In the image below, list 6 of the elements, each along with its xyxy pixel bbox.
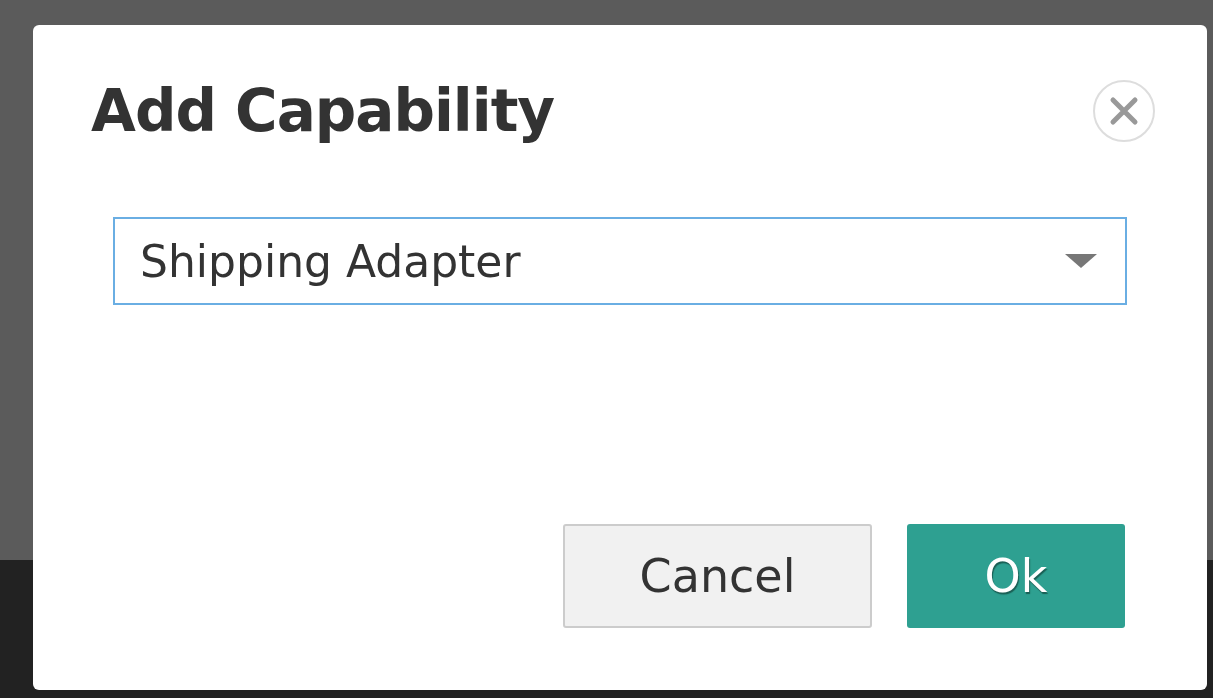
capability-select[interactable]: Shipping Adapter <box>113 217 1127 305</box>
dialog-title: Add Capability <box>91 77 555 145</box>
close-icon <box>1108 95 1140 127</box>
cancel-button[interactable]: Cancel <box>563 524 872 628</box>
select-value: Shipping Adapter <box>140 235 521 287</box>
caret-icon <box>1065 254 1097 268</box>
